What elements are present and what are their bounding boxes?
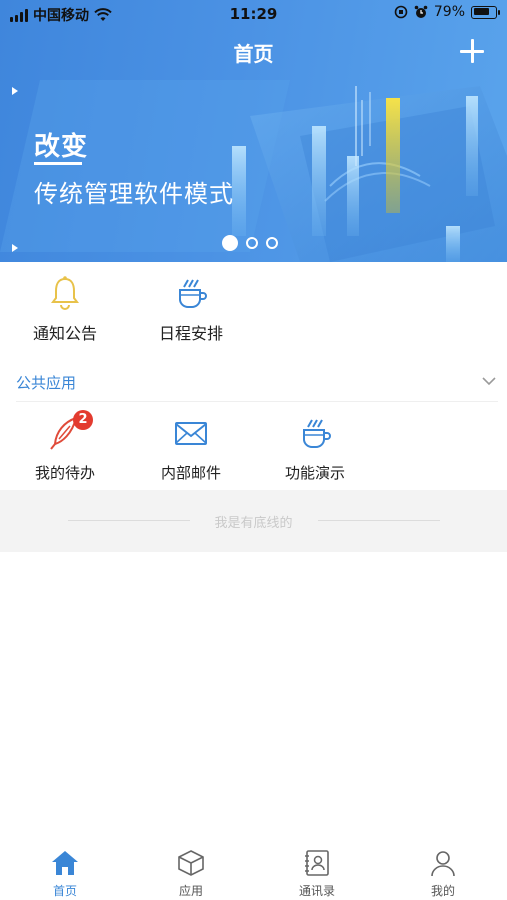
quick-item-label: 通知公告 [32,324,97,343]
user-icon [431,851,455,877]
header: 中国移动 11:29 79% 首页 改变 传统管理软件模式 [0,0,507,262]
battery-icon [471,5,500,19]
tab-contacts[interactable]: 通讯录 [254,836,380,899]
carousel-indicator [222,235,278,251]
carousel-dot[interactable] [246,237,258,249]
tab-label: 首页 [52,884,77,898]
banner-title: 改变 [34,132,89,162]
tab-mine[interactable]: 我的 [380,836,506,899]
coffee-cup-icon [179,279,207,309]
tab-apps[interactable]: 应用 [128,836,254,899]
banner-subtitle: 传统管理软件模式 [34,180,234,208]
envelope-icon [175,422,207,445]
coffee-cup-icon [303,419,331,449]
status-right: 79% [394,4,500,20]
app-item-todo[interactable]: 2 我的待办 [2,410,128,483]
app-item-mail[interactable]: 内部邮件 [128,414,254,483]
banner-carousel[interactable]: 改变 传统管理软件模式 [0,76,507,262]
public-apps-header[interactable]: 公共应用 [16,362,498,402]
tab-home[interactable]: 首页 [2,836,128,899]
page-title: 首页 [233,42,274,66]
end-of-list-text: 我是有底线的 [214,516,293,531]
public-apps-row: 2 我的待办 内部邮件 功能演示 [0,410,507,490]
tab-label: 应用 [178,884,203,898]
add-button[interactable] [459,38,485,64]
app-item-label: 内部邮件 [160,464,221,482]
app-screen: 中国移动 11:29 79% 首页 改变 传统管理软件模式 通知公告 日程安排 … [0,0,507,900]
app-item-label: 功能演示 [284,464,345,482]
chevron-down-icon[interactable] [482,374,496,388]
quick-item-label: 日程安排 [158,324,223,343]
quick-item-schedule[interactable]: 日程安排 [128,274,254,344]
quick-access-row: 通知公告 日程安排 [0,270,507,350]
alarm-icon [414,5,428,18]
orientation-lock-icon [394,5,408,19]
battery-percent: 79% [433,4,465,20]
app-item-label: 我的待办 [34,464,95,482]
app-item-demo[interactable]: 功能演示 [252,414,378,483]
cube-icon [178,850,204,876]
bell-icon [51,276,79,310]
home-icon [52,851,78,875]
section-title: 公共应用 [16,374,77,392]
todo-count-badge: 2 [73,410,93,430]
status-bar: 中国移动 11:29 79% [0,0,507,28]
tab-label: 通讯录 [298,884,335,898]
list-end-footer: 我是有底线的 [0,490,507,552]
banner-title-underline [34,162,82,165]
bottom-tab-bar: 首页 应用 通讯录 我的 [0,836,507,900]
tab-label: 我的 [430,884,455,898]
carousel-dot[interactable] [222,235,238,251]
contacts-book-icon [305,850,329,876]
divider [318,520,440,521]
carousel-dot[interactable] [266,237,278,249]
quick-item-notice[interactable]: 通知公告 [2,274,128,344]
